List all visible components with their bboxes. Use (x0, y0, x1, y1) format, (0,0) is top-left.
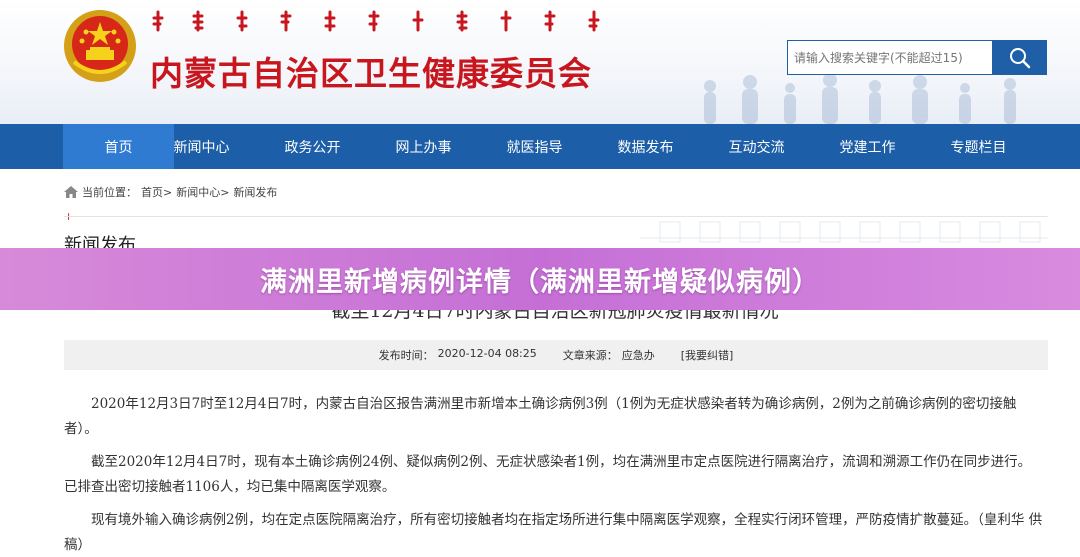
article-body: 2020年12月3日7时至12月4日7时，内蒙古自治区报告满洲里市新增本土确诊病… (64, 392, 1044, 557)
article-paragraph: 2020年12月3日7时至12月4日7时，内蒙古自治区报告满洲里市新增本土确诊病… (64, 396, 1017, 437)
publish-info: 发布时间： 2020-12-04 08:25 (379, 347, 537, 363)
national-emblem-icon (64, 10, 136, 82)
site-header: 内蒙古自治区卫生健康委员会 (0, 0, 1080, 124)
article-meta-bar: 发布时间： 2020-12-04 08:25 文章来源： 应急办 [我要纠错] (64, 340, 1048, 370)
site-title: 内蒙古自治区卫生健康委员会 (150, 54, 592, 93)
nav-item-government-affairs[interactable]: 政务公开 (257, 124, 368, 169)
breadcrumb-prefix: 当前位置： (82, 186, 137, 199)
home-icon (64, 186, 78, 198)
breadcrumb: 当前位置： 首页> 新闻中心> 新闻发布 (64, 184, 277, 200)
publish-label: 发布时间： (378, 349, 434, 362)
nav-item-online-services[interactable]: 网上办事 (368, 124, 479, 169)
nav-item-interaction[interactable]: 互动交流 (701, 124, 812, 169)
source-value: 应急办 (621, 349, 655, 362)
source-info: 文章来源： 应急办 (563, 347, 655, 363)
nav-item-special-topics[interactable]: 专题栏目 (923, 124, 1034, 169)
search-input[interactable] (787, 40, 993, 75)
nav-item-news-center[interactable]: 新闻中心 (146, 124, 257, 169)
source-label: 文章来源： (562, 349, 618, 362)
nav-item-data-release[interactable]: 数据发布 (590, 124, 701, 169)
article-paragraph: 截至2020年12月4日7时，现有本土确诊病例24例、疑似病例2例、无症状感染者… (64, 454, 1032, 495)
main-nav: 首页 新闻中心 政务公开 网上办事 就医指导 数据发布 互动交流 党建工作 专题… (0, 124, 1080, 169)
headline-banner: 满洲里新增病例详情（满洲里新增疑似病例） (0, 248, 1080, 310)
article-paragraph: 现有境外输入确诊病例2例，均在定点医院隔离治疗，所有密切接触者均在指定场所进行集… (64, 512, 1043, 553)
headline-banner-text: 满洲里新增病例详情（满洲里新增疑似病例） (260, 266, 820, 298)
mongolian-script-logo (152, 10, 600, 32)
nav-item-party-building[interactable]: 党建工作 (812, 124, 923, 169)
people-silhouette-decoration (704, 73, 1016, 124)
breadcrumb-news-release[interactable]: 新闻发布 (233, 184, 277, 200)
search-icon (1010, 47, 1031, 68)
nav-item-medical-guide[interactable]: 就医指导 (479, 124, 590, 169)
search-button[interactable] (993, 40, 1047, 75)
publish-time: 2020-12-04 08:25 (437, 347, 537, 360)
breadcrumb-home[interactable]: 首页> (141, 184, 172, 200)
breadcrumb-news-center[interactable]: 新闻中心> (176, 184, 229, 200)
correction-link[interactable]: [我要纠错] (681, 347, 734, 363)
